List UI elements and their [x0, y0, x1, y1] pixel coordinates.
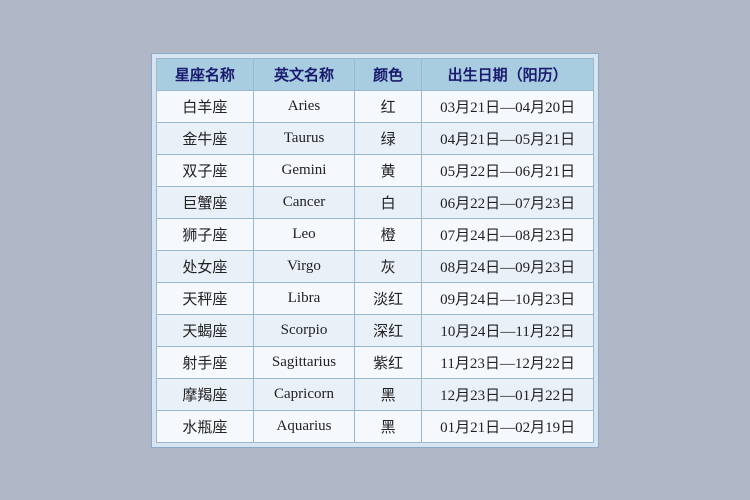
table-row: 水瓶座Aquarius黑01月21日—02月19日 — [156, 410, 593, 442]
english-name: Gemini — [253, 154, 354, 186]
chinese-name: 双子座 — [156, 154, 253, 186]
birth-dates: 10月24日—11月22日 — [422, 314, 594, 346]
english-name: Sagittarius — [253, 346, 354, 378]
table-row: 处女座Virgo灰08月24日—09月23日 — [156, 250, 593, 282]
birth-dates: 05月22日—06月21日 — [422, 154, 594, 186]
birth-dates: 07月24日—08月23日 — [422, 218, 594, 250]
color-name: 紫红 — [355, 346, 422, 378]
english-name: Virgo — [253, 250, 354, 282]
header-color: 颜色 — [355, 58, 422, 90]
table-row: 摩羯座Capricorn黑12月23日—01月22日 — [156, 378, 593, 410]
birth-dates: 08月24日—09月23日 — [422, 250, 594, 282]
english-name: Aquarius — [253, 410, 354, 442]
chinese-name: 天蝎座 — [156, 314, 253, 346]
color-name: 白 — [355, 186, 422, 218]
chinese-name: 摩羯座 — [156, 378, 253, 410]
table-row: 白羊座Aries红03月21日—04月20日 — [156, 90, 593, 122]
zodiac-table: 星座名称 英文名称 颜色 出生日期（阳历） 白羊座Aries红03月21日—04… — [156, 58, 594, 443]
color-name: 橙 — [355, 218, 422, 250]
color-name: 黑 — [355, 410, 422, 442]
birth-dates: 03月21日—04月20日 — [422, 90, 594, 122]
chinese-name: 处女座 — [156, 250, 253, 282]
birth-dates: 09月24日—10月23日 — [422, 282, 594, 314]
table-row: 金牛座Taurus绿04月21日—05月21日 — [156, 122, 593, 154]
table-row: 双子座Gemini黄05月22日—06月21日 — [156, 154, 593, 186]
english-name: Cancer — [253, 186, 354, 218]
birth-dates: 01月21日—02月19日 — [422, 410, 594, 442]
header-chinese-name: 星座名称 — [156, 58, 253, 90]
birth-dates: 11月23日—12月22日 — [422, 346, 594, 378]
header-dates: 出生日期（阳历） — [422, 58, 594, 90]
table-row: 天蝎座Scorpio深红10月24日—11月22日 — [156, 314, 593, 346]
birth-dates: 12月23日—01月22日 — [422, 378, 594, 410]
color-name: 淡红 — [355, 282, 422, 314]
chinese-name: 天秤座 — [156, 282, 253, 314]
color-name: 红 — [355, 90, 422, 122]
color-name: 绿 — [355, 122, 422, 154]
chinese-name: 巨蟹座 — [156, 186, 253, 218]
zodiac-table-container: 星座名称 英文名称 颜色 出生日期（阳历） 白羊座Aries红03月21日—04… — [151, 53, 599, 448]
table-row: 狮子座Leo橙07月24日—08月23日 — [156, 218, 593, 250]
table-row: 天秤座Libra淡红09月24日—10月23日 — [156, 282, 593, 314]
chinese-name: 水瓶座 — [156, 410, 253, 442]
chinese-name: 白羊座 — [156, 90, 253, 122]
english-name: Aries — [253, 90, 354, 122]
color-name: 黄 — [355, 154, 422, 186]
header-english-name: 英文名称 — [253, 58, 354, 90]
english-name: Capricorn — [253, 378, 354, 410]
birth-dates: 04月21日—05月21日 — [422, 122, 594, 154]
color-name: 深红 — [355, 314, 422, 346]
table-body: 白羊座Aries红03月21日—04月20日金牛座Taurus绿04月21日—0… — [156, 90, 593, 442]
english-name: Scorpio — [253, 314, 354, 346]
table-row: 射手座Sagittarius紫红11月23日—12月22日 — [156, 346, 593, 378]
chinese-name: 狮子座 — [156, 218, 253, 250]
table-row: 巨蟹座Cancer白06月22日—07月23日 — [156, 186, 593, 218]
table-header-row: 星座名称 英文名称 颜色 出生日期（阳历） — [156, 58, 593, 90]
birth-dates: 06月22日—07月23日 — [422, 186, 594, 218]
chinese-name: 金牛座 — [156, 122, 253, 154]
color-name: 灰 — [355, 250, 422, 282]
english-name: Leo — [253, 218, 354, 250]
chinese-name: 射手座 — [156, 346, 253, 378]
english-name: Libra — [253, 282, 354, 314]
english-name: Taurus — [253, 122, 354, 154]
color-name: 黑 — [355, 378, 422, 410]
